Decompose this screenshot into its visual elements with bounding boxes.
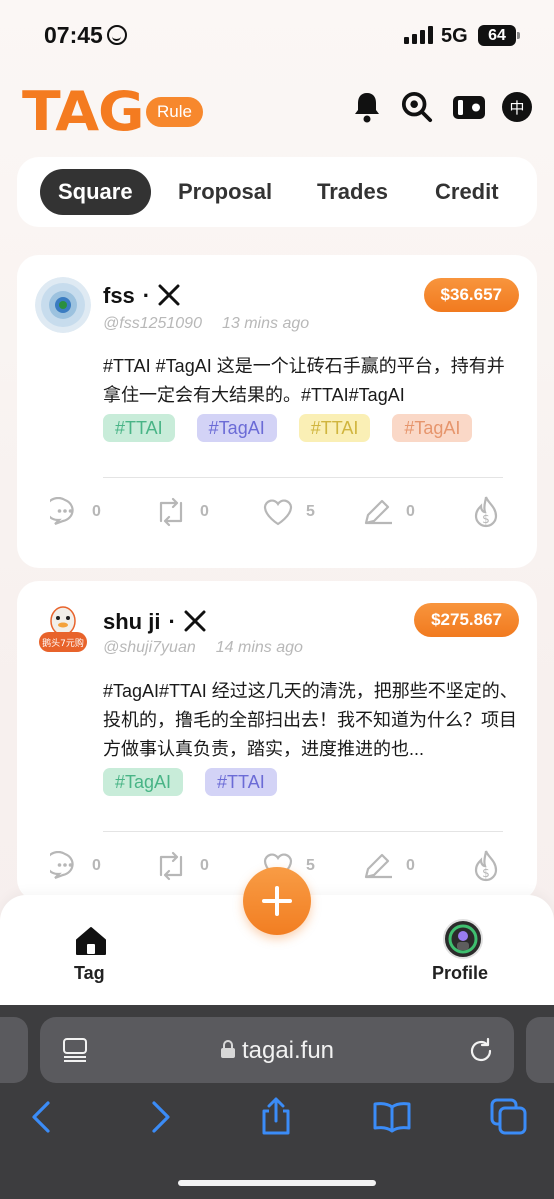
forward-icon[interactable] (140, 1097, 180, 1137)
rule-button[interactable]: Rule (146, 97, 203, 127)
comment-icon (50, 497, 74, 526)
edit-button[interactable]: 0 (362, 851, 415, 881)
tag-chip[interactable]: #TTAI (103, 414, 175, 442)
post-card[interactable]: 鹅头7元购 shu ji · @shuji7yuan 14 mins ago $27… (17, 581, 537, 901)
pencil-icon (364, 853, 392, 879)
tab-proposal[interactable]: Proposal (178, 169, 272, 215)
profile-avatar-icon[interactable] (443, 919, 483, 959)
divider (103, 831, 503, 832)
retweet-button[interactable]: 0 (154, 851, 209, 881)
x-icon[interactable] (184, 610, 206, 632)
bell-icon[interactable] (351, 90, 383, 124)
post-author[interactable]: shu ji · (103, 609, 206, 635)
svg-text:$: $ (482, 512, 490, 526)
fire-icon[interactable]: $ (471, 495, 501, 529)
share-icon[interactable] (256, 1097, 296, 1137)
tab-trades[interactable]: Trades (317, 169, 388, 215)
comment-button[interactable]: 0 (50, 497, 101, 527)
post-handle: @fss1251090 13 mins ago (103, 315, 310, 332)
tag-list: #TTAI #TagAI #TTAI #TagAI (103, 414, 473, 442)
post-handle: @shuji7yuan 14 mins ago (103, 639, 303, 656)
comment-button[interactable]: 0 (50, 851, 101, 881)
post-content[interactable]: #TagAI#TTAI 经过这几天的清洗，把那些不坚定的、投机的，撸毛的全部扫出… (103, 677, 519, 764)
search-icon[interactable] (401, 90, 433, 124)
pencil-icon (364, 499, 392, 525)
url-bar[interactable]: tagai.fun (40, 1017, 514, 1083)
prev-tab-preview[interactable] (0, 1017, 28, 1083)
signal-icon (404, 26, 434, 44)
divider (103, 477, 503, 478)
svg-text:$: $ (482, 866, 490, 880)
comment-icon (50, 851, 74, 880)
svg-text:鹅头7元购: 鹅头7元购 (42, 637, 84, 649)
status-time: 07:45 (44, 22, 127, 49)
tag-chip[interactable]: #TagAI (103, 768, 184, 796)
tag-chip[interactable]: #TTAI (298, 414, 371, 442)
tag-chip[interactable]: #TagAI (196, 414, 277, 442)
fire-icon[interactable]: $ (471, 849, 501, 883)
back-icon[interactable] (22, 1097, 62, 1137)
price-badge[interactable]: $275.867 (414, 603, 519, 637)
retweet-button[interactable]: 0 (154, 497, 209, 527)
smiley-icon (106, 25, 127, 45)
lock-icon (220, 1040, 235, 1058)
tag-chip[interactable]: #TagAI (392, 414, 473, 442)
home-indicator (178, 1180, 376, 1186)
tab-square[interactable]: Square (40, 169, 151, 215)
bookmarks-icon[interactable] (372, 1097, 412, 1137)
tabs-icon[interactable] (489, 1097, 529, 1137)
nav-profile-label[interactable]: Profile (432, 963, 488, 984)
svg-text:中: 中 (509, 99, 524, 117)
heart-icon (263, 499, 293, 526)
post-author[interactable]: fss · (103, 283, 180, 309)
reload-icon[interactable] (466, 1036, 496, 1066)
tag-chip[interactable]: #TTAI (205, 768, 277, 796)
post-content[interactable]: #TTAI #TagAI 这是一个让砖石手赢的平台，持有并拿住一定会有大结果的。… (103, 352, 519, 410)
retweet-icon (159, 851, 183, 881)
url-text[interactable]: tagai.fun (40, 1037, 514, 1065)
retweet-icon (159, 497, 183, 527)
price-badge[interactable]: $36.657 (423, 278, 519, 312)
wallet-icon[interactable] (452, 90, 486, 124)
nav-tag-label[interactable]: Tag (74, 963, 105, 984)
battery-indicator: 64 (478, 25, 520, 46)
tab-credit[interactable]: Credit (435, 169, 499, 215)
x-icon[interactable] (158, 284, 180, 306)
status-bar: 07:45 5G 64 (0, 0, 554, 70)
like-button[interactable]: 5 (262, 497, 315, 527)
next-tab-preview[interactable] (526, 1017, 554, 1083)
add-post-button[interactable] (243, 867, 311, 935)
tab-bar: Square Proposal Trades Credit (17, 157, 537, 227)
app-logo[interactable]: TAG (22, 84, 145, 140)
language-icon[interactable]: 中 (501, 90, 533, 124)
avatar[interactable]: 鹅头7元购 (35, 601, 91, 657)
network-type: 5G (441, 25, 468, 47)
post-card[interactable]: fss · @fss1251090 13 mins ago $36.657 #TTA… (17, 255, 537, 568)
edit-button[interactable]: 0 (362, 497, 415, 527)
home-icon[interactable] (75, 926, 107, 956)
avatar[interactable] (35, 277, 91, 333)
tag-list: #TagAI #TTAI (103, 768, 277, 796)
